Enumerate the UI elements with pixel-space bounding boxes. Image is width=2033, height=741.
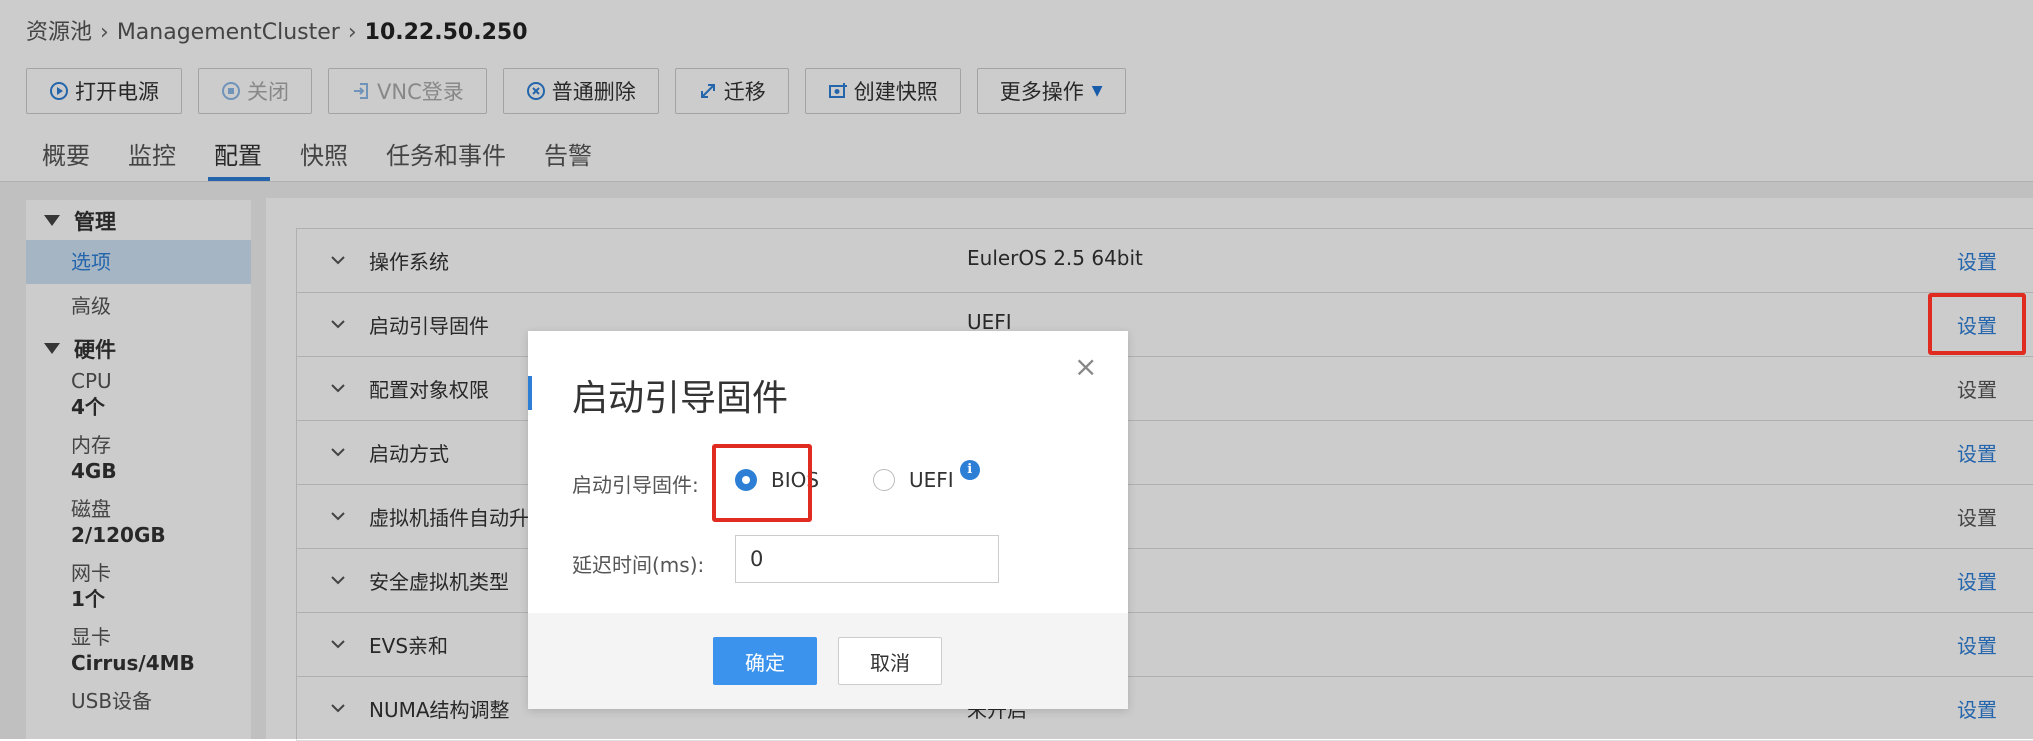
cancel-button[interactable]: 取消 [838,637,942,685]
title-accent-bar [528,376,532,410]
delay-label: 延迟时间(ms): [572,553,705,577]
vm-config-page: 资源池 › ManagementCluster › 10.22.50.250 打开电源 … [0,0,2033,741]
firmware-label: 启动引导固件: [572,473,699,497]
highlight-box [712,444,812,522]
radio-unchecked-icon [873,469,895,491]
close-icon[interactable]: × [1074,353,1097,381]
delay-input[interactable] [735,535,999,583]
radio-uefi[interactable]: UEFI i [873,460,980,492]
boot-firmware-dialog: 启动引导固件 × 启动引导固件: BIOS UEFI i 延迟时间(ms): 确… [528,331,1128,709]
dialog-title: 启动引导固件 [572,378,789,419]
info-icon[interactable]: i [959,460,980,480]
dialog-footer [528,613,1128,709]
confirm-button[interactable]: 确定 [713,637,817,685]
radio-uefi-label: UEFI [909,468,954,492]
highlight-box [1928,293,2026,355]
